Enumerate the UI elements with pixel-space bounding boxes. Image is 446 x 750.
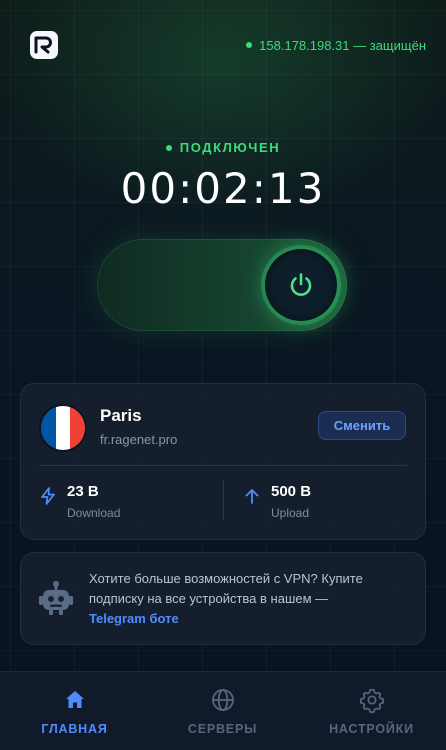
bottom-navigation: ГЛАВНАЯ СЕРВЕРЫ НАСТРОЙКИ xyxy=(0,671,446,750)
upload-label: Upload xyxy=(271,506,310,520)
server-card: Paris fr.ragenet.pro Сменить 23 B Downlo… xyxy=(20,383,426,540)
connection-state-label: ПОДКЛЮЧЕН xyxy=(179,140,281,155)
globe-icon xyxy=(211,689,234,711)
home-icon xyxy=(65,691,84,708)
download-value: 23 B xyxy=(67,483,99,500)
ip-status: 158.178.198.31 — защищён xyxy=(246,38,426,53)
power-button[interactable] xyxy=(265,249,337,321)
power-icon xyxy=(290,273,312,296)
status-dot-icon xyxy=(165,144,172,151)
flag-stripe xyxy=(55,406,71,450)
flag-stripe xyxy=(70,406,85,450)
nav-servers-label: СЕРВЕРЫ xyxy=(187,722,258,736)
divider xyxy=(39,465,407,466)
flag-stripe xyxy=(41,406,56,450)
connection-timer: 00:02:13 xyxy=(120,164,326,213)
promo-card: Хотите больше возможностей с VPN? Купите… xyxy=(20,552,426,645)
connection-state: ПОДКЛЮЧЕН xyxy=(0,140,446,155)
nav-home-label: ГЛАВНАЯ xyxy=(41,722,108,736)
gear-icon xyxy=(359,688,384,713)
download-label: Download xyxy=(67,506,121,520)
ip-status-text: 158.178.198.31 — защищён xyxy=(259,37,426,53)
server-host: fr.ragenet.pro xyxy=(100,432,178,447)
logo-icon xyxy=(30,31,58,59)
status-dot-icon xyxy=(246,42,253,48)
server-city: Paris xyxy=(100,406,142,425)
lightning-icon xyxy=(41,487,55,505)
robot-icon xyxy=(39,581,73,615)
promo-text: Хотите больше возможностей с VPN? Купите… xyxy=(89,569,409,629)
arrow-up-icon xyxy=(245,489,259,504)
change-server-button[interactable]: Сменить xyxy=(318,411,406,440)
flag-france-icon xyxy=(39,404,87,452)
nav-settings-label: НАСТРОЙКИ xyxy=(329,722,414,736)
divider xyxy=(223,480,224,520)
upload-value: 500 B xyxy=(271,483,312,500)
nav-home[interactable]: ГЛАВНАЯ xyxy=(0,672,149,750)
promo-message: Хотите больше возможностей с VPN? Купите… xyxy=(89,571,363,606)
download-stat: 23 B Download xyxy=(39,481,209,521)
nav-servers[interactable]: СЕРВЕРЫ xyxy=(148,672,297,750)
top-bar: 158.178.198.31 — защищён xyxy=(30,30,426,60)
upload-stat: 500 B Upload xyxy=(243,481,413,521)
vpn-toggle[interactable] xyxy=(97,239,347,331)
nav-settings[interactable]: НАСТРОЙКИ xyxy=(297,672,446,750)
telegram-bot-link[interactable]: Telegram боте xyxy=(89,611,179,626)
